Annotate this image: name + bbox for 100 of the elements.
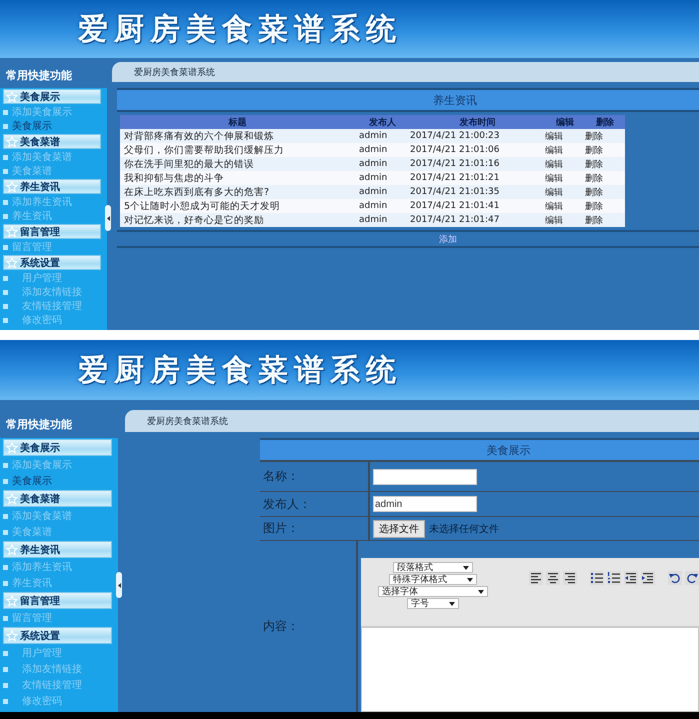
- table-cell: admin: [355, 157, 410, 171]
- bullet-icon: [3, 154, 8, 160]
- input-field[interactable]: admin: [373, 496, 477, 512]
- star-icon: [6, 226, 18, 238]
- table-cell: admin: [355, 185, 410, 199]
- table-cell: 2017/4/21 21:00:23: [410, 129, 545, 143]
- star-icon: [6, 136, 18, 148]
- table-cell: 对记忆来说，好奇心是它的奖励: [120, 213, 355, 227]
- panel-title: 美食展示: [486, 442, 530, 458]
- bullet-icon: [3, 304, 8, 308]
- bullet-list-icon: [590, 571, 604, 585]
- star-icon: [6, 90, 18, 102]
- align-left-icon: [529, 571, 543, 585]
- table-cell: 2017/4/21 21:01:35: [410, 185, 545, 199]
- field-label: 发布人：: [263, 496, 311, 512]
- menu-group-header[interactable]: 系统设置: [3, 627, 112, 644]
- table-cell: admin: [355, 143, 410, 157]
- bullet-icon: [3, 214, 8, 218]
- bullet-icon: [3, 698, 8, 704]
- site-title: 爱厨房美食菜谱系统: [78, 352, 402, 390]
- menu-group-header[interactable]: 留言管理: [3, 224, 101, 239]
- star-icon: [6, 442, 18, 454]
- caret-icon: [449, 602, 455, 606]
- table-cell: 我和抑郁与焦虑的斗争: [120, 171, 355, 185]
- file-status: 未选择任何文件: [429, 522, 499, 536]
- table-cell: 父母们，你们需要帮助我们缓解压力: [120, 143, 355, 157]
- bullet-icon: [3, 462, 8, 468]
- menu-group-header[interactable]: 系统设置: [3, 255, 101, 270]
- bullet-icon: [3, 514, 8, 518]
- bullet-icon: [3, 616, 8, 620]
- sidebar-title: 常用快捷功能: [6, 68, 72, 82]
- column-header: 编辑: [545, 115, 585, 129]
- dropdown[interactable]: 选择字体: [378, 586, 488, 597]
- collapse-arrow-icon: [106, 216, 110, 220]
- table-cell: admin: [355, 199, 410, 213]
- menu-group-header[interactable]: 留言管理: [3, 592, 112, 609]
- table-cell: 2017/4/21 21:01:47: [410, 213, 545, 227]
- breadcrumb-text: 爱厨房美食菜谱系统: [147, 416, 228, 428]
- input-field[interactable]: [373, 468, 477, 484]
- field-label: 内容：: [263, 618, 299, 635]
- star-icon: [6, 492, 18, 504]
- table-cell: 对背部疼痛有效的六个伸展和锻炼: [120, 129, 355, 143]
- outdent-icon: [624, 571, 638, 585]
- menu-group-header[interactable]: 养生资讯: [3, 179, 101, 194]
- table-cell: admin: [355, 129, 410, 143]
- caret-icon: [463, 566, 469, 570]
- collapse-handle[interactable]: [105, 205, 111, 231]
- column-header: 标题: [120, 115, 355, 129]
- menu-group-header[interactable]: 美食展示: [3, 89, 101, 104]
- table-cell: 你在洗手间里犯的最大的错误: [120, 157, 355, 171]
- bullet-icon: [3, 530, 8, 534]
- bullet-icon: [3, 682, 8, 688]
- star-icon: [6, 630, 18, 642]
- table-cell: 5个让随时小憩成为可能的天才发明: [120, 199, 355, 213]
- bullet-icon: [3, 168, 8, 174]
- table-cell: 2017/4/21 21:01:41: [410, 199, 545, 213]
- table-cell: 在床上吃东西到底有多大的危害?: [120, 185, 355, 199]
- bullet-icon: [3, 580, 8, 586]
- star-icon: [6, 544, 18, 556]
- caret-icon: [467, 578, 473, 582]
- field-label: 名称：: [263, 468, 299, 485]
- menu-group-header[interactable]: 养生资讯: [3, 541, 112, 558]
- column-header: 发布时间: [410, 115, 545, 129]
- breadcrumb-text: 爱厨房美食菜谱系统: [134, 66, 215, 78]
- field-label: 图片：: [263, 520, 299, 537]
- bullet-icon: [3, 244, 8, 250]
- choose-file-button[interactable]: 选择文件: [373, 520, 425, 538]
- dropdown[interactable]: 特殊字体格式: [389, 574, 477, 585]
- star-icon: [6, 256, 18, 268]
- bullet-icon: [3, 318, 8, 322]
- dropdown[interactable]: 段落格式: [393, 562, 473, 573]
- bullet-icon: [3, 478, 8, 484]
- table-cell: admin: [355, 171, 410, 185]
- align-center-icon: [546, 571, 560, 585]
- sidebar-link[interactable]: 美食展示: [12, 119, 52, 133]
- dropdown[interactable]: 字号: [407, 598, 459, 609]
- collapse-arrow-icon: [118, 582, 120, 588]
- collapse-handle[interactable]: [116, 572, 122, 598]
- site-title: 爱厨房美食菜谱系统: [78, 10, 402, 48]
- menu-group-header[interactable]: 美食展示: [3, 439, 112, 456]
- table-cell: 2017/4/21 21:01:21: [410, 171, 545, 185]
- sidebar-link[interactable]: 美食展示: [12, 474, 52, 488]
- panel-title: 养生资讯: [433, 92, 477, 108]
- numbered-list-icon: [607, 571, 621, 585]
- bullet-icon: [3, 564, 8, 570]
- column-header: 删除: [585, 115, 625, 129]
- menu-group-header[interactable]: 美食菜谱: [3, 134, 101, 149]
- column-header: 发布人: [355, 115, 410, 129]
- bullet-icon: [3, 110, 8, 114]
- table-cell: admin: [355, 213, 410, 227]
- bullet-icon: [3, 290, 8, 294]
- bullet-icon: [3, 200, 8, 204]
- star-icon: [6, 594, 18, 606]
- menu-group-header[interactable]: 美食菜谱: [3, 490, 112, 507]
- sidebar-title: 常用快捷功能: [6, 416, 72, 432]
- table-cell: 2017/4/21 21:01:16: [410, 157, 545, 171]
- bullet-icon: [3, 276, 8, 280]
- indent-icon: [641, 571, 655, 585]
- caret-icon: [478, 590, 484, 594]
- bullet-icon: [3, 650, 8, 656]
